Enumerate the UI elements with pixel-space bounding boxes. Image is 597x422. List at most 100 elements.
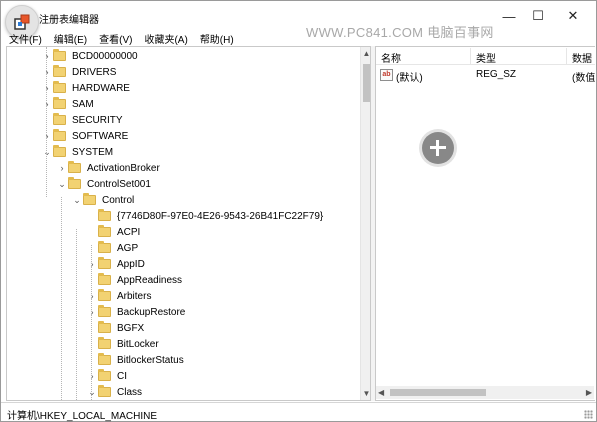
chevron-right-icon[interactable]: › [41,67,53,77]
tree-item-label: {7746D80F-97E0-4E26-9543-26B41FC22F79} [117,210,324,222]
tree-item[interactable]: AGP [86,240,138,256]
tree-item[interactable]: › BackupRestore [86,304,185,320]
list-horizontal-scrollbar[interactable]: ◀ ▶ [376,386,594,399]
chevron-down-icon[interactable]: ⌄ [56,179,68,190]
value-data: (数值 [572,73,595,84]
folder-icon [53,81,66,93]
value-name: (默认) [396,73,423,84]
tree-item[interactable]: › CI [86,368,127,384]
chevron-down-icon[interactable]: ⌄ [71,195,83,206]
folder-icon [98,209,111,221]
column-divider[interactable] [566,48,567,64]
chevron-right-icon[interactable]: › [86,307,98,317]
menu-view[interactable]: 查看(V) [99,31,132,46]
close-icon: ✕ [567,8,579,23]
maximize-button[interactable]: ☐ [524,1,552,31]
tree-item[interactable]: › DRIVERS [41,64,116,80]
tree-item[interactable]: › BCD00000000 [41,48,138,64]
tree-item[interactable]: BGFX [86,320,144,336]
folder-icon [53,113,66,125]
folder-icon [98,353,111,365]
tree-item[interactable]: SECURITY [41,112,123,128]
tree-item[interactable]: › Arbiters [86,288,151,304]
tree-vertical-scrollbar[interactable]: ▲ ▼ [360,47,370,400]
chevron-right-icon[interactable]: › [41,131,53,141]
string-value-icon: ab [380,69,393,81]
folder-icon [53,97,66,109]
tree-item[interactable]: ⌄ Class [86,384,142,400]
chevron-right-icon[interactable]: › [86,371,98,381]
chevron-right-icon[interactable]: › [41,51,53,61]
column-divider[interactable] [470,48,471,64]
folder-icon [98,337,111,349]
scroll-up-icon[interactable]: ▲ [361,49,370,58]
tree-item-label: Arbiters [117,290,152,302]
folder-icon [98,289,111,301]
list-scroll-thumb[interactable] [390,389,486,396]
tree-item[interactable]: BitlockerStatus [86,352,184,368]
tree-item[interactable]: ⌄ Control [71,192,134,208]
column-header-data[interactable]: 数据 [572,50,592,65]
window-title: 注册表编辑器 [39,15,99,26]
list-item[interactable]: ab (默认) REG_SZ (数值 [376,67,595,84]
tree-guide-line [91,245,92,400]
plus-circle-icon[interactable] [422,132,454,164]
folder-icon [98,321,111,333]
menu-edit[interactable]: 编辑(E) [54,31,87,46]
menu-favorites[interactable]: 收藏夹(A) [144,31,187,46]
scroll-right-icon[interactable]: ▶ [586,386,592,399]
folder-icon [53,65,66,77]
folder-icon [98,385,111,397]
tree-item[interactable]: ⌄ SYSTEM [41,144,113,160]
tree-item[interactable]: BitLocker [86,336,159,352]
tree-item-label: CI [117,370,127,382]
column-header-type[interactable]: 类型 [476,50,496,65]
tree-item-label: AppID [117,258,145,270]
menu-bar: 文件(F) 编辑(E) 查看(V) 收藏夹(A) 帮助(H) [1,30,596,47]
tree-item[interactable]: AppReadiness [86,272,182,288]
tree-item-label: SAM [72,98,94,110]
tree-item[interactable]: › ActivationBroker [56,160,160,176]
chevron-right-icon[interactable]: › [56,163,68,173]
scroll-left-icon[interactable]: ◀ [378,386,384,399]
maximize-icon: ☐ [532,8,544,23]
folder-icon [98,241,111,253]
scroll-down-icon[interactable]: ▼ [361,389,370,398]
tree-guide-line [61,197,62,400]
tree-item[interactable]: › SOFTWARE [41,128,128,144]
list-header: 名称 类型 数据 [376,47,595,65]
menu-file[interactable]: 文件(F) [9,31,42,46]
tree-item-label: ACPI [117,226,141,238]
minimize-icon: — [502,8,516,24]
chevron-right-icon[interactable]: › [41,83,53,93]
registry-tree-pane[interactable]: › BCD00000000 › DRIVERS › HARDWARE › SAM SECURIT… [6,46,371,401]
chevron-right-icon[interactable]: › [86,291,98,301]
folder-icon [98,273,111,285]
tree-item[interactable]: {7746D80F-97E0-4E26-9543-26B41FC22F79} [86,208,323,224]
chevron-right-icon[interactable]: › [41,99,53,109]
tree-item-label: SOFTWARE [72,130,129,142]
values-list-pane[interactable]: 名称 类型 数据 ab (默认) REG_SZ (数值 [375,46,595,401]
tree-item[interactable]: › HARDWARE [41,80,130,96]
tree-item-label: HARDWARE [72,82,130,94]
tree-item[interactable]: › SAM [41,96,94,112]
column-header-name[interactable]: 名称 [381,50,401,65]
tree-guide-line [46,47,47,197]
minimize-button[interactable]: — [495,1,523,31]
chevron-down-icon[interactable]: ⌄ [41,147,53,158]
folder-icon [68,177,81,189]
tree-guide-line [76,229,77,400]
chevron-right-icon[interactable]: › [86,259,98,269]
menu-help[interactable]: 帮助(H) [200,31,234,46]
tree-item[interactable]: › AppID [86,256,145,272]
tree-item-label: BackupRestore [117,306,186,318]
tree-item-label: Class [117,386,143,398]
tree-item[interactable]: ACPI [86,224,140,240]
tree-item-label: AppReadiness [117,274,183,286]
folder-icon [68,161,81,173]
tree-scroll-thumb[interactable] [363,64,370,102]
close-button[interactable]: ✕ [559,1,587,31]
resize-grip-icon[interactable] [584,410,593,419]
chevron-down-icon[interactable]: ⌄ [86,387,98,398]
tree-item[interactable]: ⌄ ControlSet001 [56,176,151,192]
